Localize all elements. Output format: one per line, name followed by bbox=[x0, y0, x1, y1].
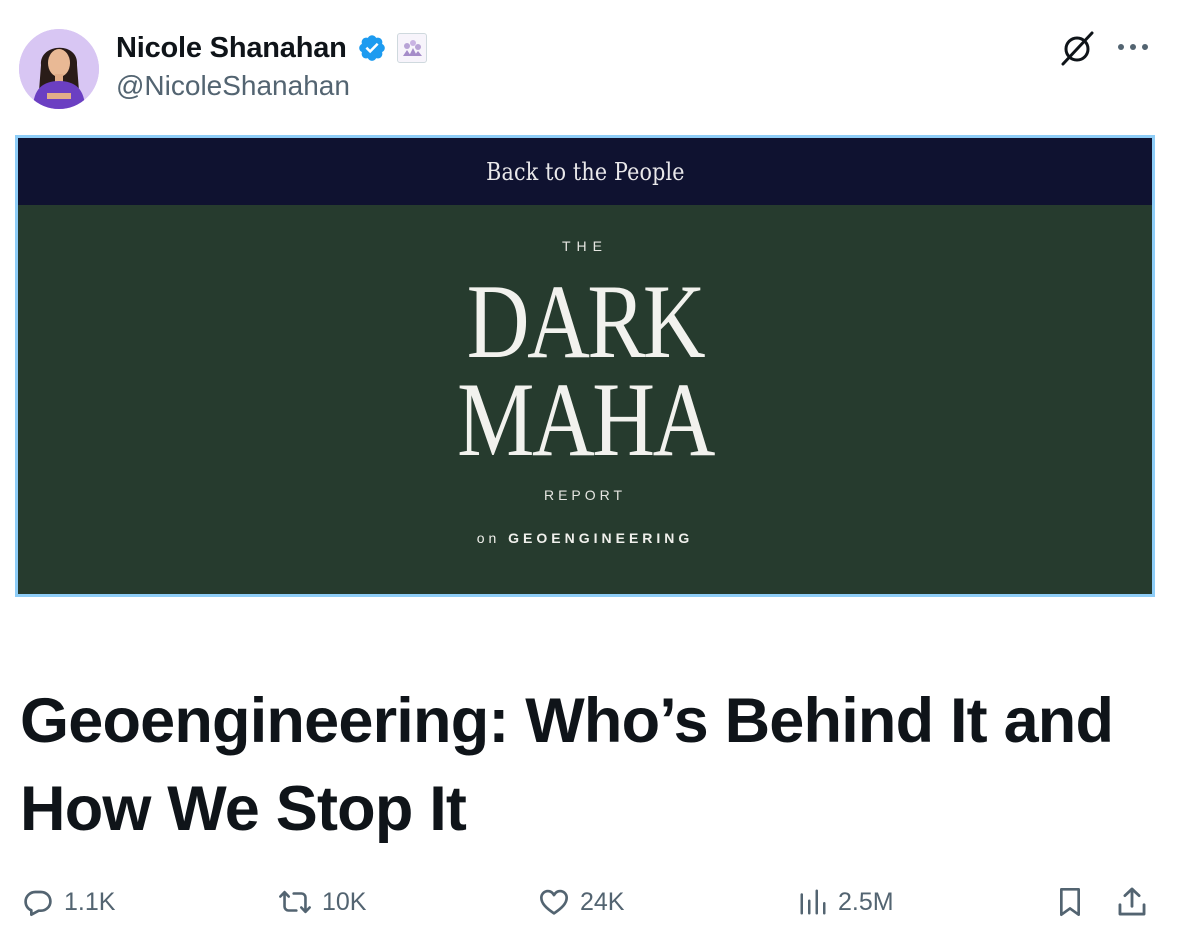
views-count: 2.5M bbox=[838, 887, 894, 916]
share-icon bbox=[1115, 885, 1149, 919]
reply-icon bbox=[22, 886, 54, 918]
author-handle[interactable]: @NicoleShanahan bbox=[116, 70, 350, 102]
author-name-row: Nicole Shanahan bbox=[116, 26, 427, 70]
views-icon bbox=[798, 886, 828, 918]
more-icon[interactable] bbox=[1113, 32, 1153, 62]
article-title[interactable]: Geoengineering: Who’s Behind It and How … bbox=[20, 677, 1150, 853]
like-count: 24K bbox=[580, 887, 625, 916]
avatar[interactable] bbox=[19, 29, 99, 109]
repost-count: 10K bbox=[322, 887, 367, 916]
reply-count: 1.1K bbox=[64, 887, 116, 916]
author-display-name[interactable]: Nicole Shanahan bbox=[116, 32, 347, 65]
cover-subtitle: on GEOENGINEERING bbox=[18, 530, 1152, 546]
cover-title-line1: DARK bbox=[466, 263, 706, 380]
like-button[interactable]: 24K bbox=[538, 884, 624, 920]
heart-icon bbox=[538, 886, 570, 918]
cover-band: Back to the People bbox=[18, 138, 1152, 205]
repost-button[interactable]: 10K bbox=[278, 884, 366, 920]
article-cover-image[interactable]: Back to the People THE DARK MAHA REPORT … bbox=[15, 135, 1155, 597]
cover-band-text: Back to the People bbox=[485, 157, 685, 186]
cover-report: REPORT bbox=[543, 487, 627, 503]
cover-subtitle-on: on bbox=[476, 530, 501, 546]
share-button[interactable] bbox=[1115, 884, 1149, 920]
repost-icon bbox=[278, 886, 312, 918]
grok-icon[interactable] bbox=[1058, 28, 1098, 68]
cover-the: THE bbox=[562, 238, 608, 254]
cover-subtitle-topic: GEOENGINEERING bbox=[508, 530, 694, 546]
views-button[interactable]: 2.5M bbox=[798, 884, 894, 920]
reply-button[interactable]: 1.1K bbox=[22, 884, 115, 920]
affiliate-badge-icon[interactable] bbox=[396, 33, 427, 63]
verified-badge-icon[interactable] bbox=[357, 33, 387, 63]
bookmark-icon bbox=[1054, 885, 1086, 919]
cover-title-line2: MAHA bbox=[457, 361, 715, 478]
bookmark-button[interactable] bbox=[1054, 884, 1086, 920]
